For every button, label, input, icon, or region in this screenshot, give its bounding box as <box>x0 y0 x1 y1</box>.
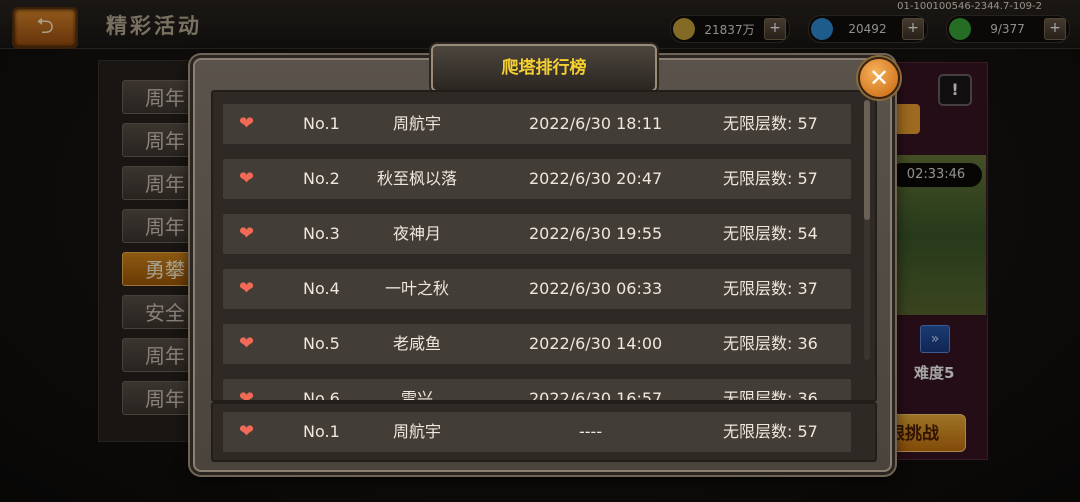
leaderboard-row: ❤ No.6 雪兴 2022/6/30 16:57 无限层数: 36 <box>223 379 851 402</box>
rank: No.3 <box>303 224 340 243</box>
rank: No.4 <box>303 279 340 298</box>
player-name: 夜神月 <box>392 224 441 243</box>
player-name: 一叶之秋 <box>384 279 449 298</box>
heart-icon: ❤ <box>239 388 255 402</box>
floors-count: 无限层数: 54 <box>723 224 818 243</box>
my-rank-row: ❤ No.1 周航宇 ---- 无限层数: 57 <box>223 412 851 452</box>
leaderboard-row: ❤ No.5 老咸鱼 2022/6/30 14:00 无限层数: 36 <box>223 324 851 364</box>
record-time: 2022/6/30 06:33 <box>529 279 663 298</box>
floors-count: 无限层数: 57 <box>723 422 818 441</box>
heart-icon: ❤ <box>239 333 255 354</box>
record-time: 2022/6/30 14:00 <box>529 334 663 353</box>
record-time: 2022/6/30 16:57 <box>529 389 663 402</box>
leaderboard-list[interactable]: ❤ No.1 周航宇 2022/6/30 18:11 无限层数: 57 ❤ No… <box>211 90 877 402</box>
modal-title: 爬塔排行榜 <box>501 58 587 78</box>
heart-icon: ❤ <box>239 223 255 244</box>
player-name: 秋至枫以落 <box>376 169 457 188</box>
rank: No.1 <box>303 422 340 441</box>
leaderboard-modal: 爬塔排行榜 ❤ No.1 周航宇 2022/6/30 18:11 无限层数: 5… <box>193 44 892 472</box>
leaderboard-row: ❤ No.3 夜神月 2022/6/30 19:55 无限层数: 54 <box>223 214 851 254</box>
player-name: 周航宇 <box>392 114 441 133</box>
record-time: 2022/6/30 18:11 <box>529 114 663 133</box>
player-name: 雪兴 <box>400 389 433 402</box>
rank: No.6 <box>303 389 340 402</box>
record-time: 2022/6/30 19:55 <box>529 224 663 243</box>
rank: No.5 <box>303 334 340 353</box>
heart-icon: ❤ <box>239 168 255 189</box>
floors-count: 无限层数: 36 <box>723 334 818 353</box>
leaderboard-row: ❤ No.1 周航宇 2022/6/30 18:11 无限层数: 57 <box>223 104 851 144</box>
heart-icon: ❤ <box>239 421 255 442</box>
floors-count: 无限层数: 37 <box>723 279 818 298</box>
player-name: 老咸鱼 <box>392 334 441 353</box>
leaderboard-row: ❤ No.2 秋至枫以落 2022/6/30 20:47 无限层数: 57 <box>223 159 851 199</box>
heart-icon: ❤ <box>239 113 255 134</box>
record-time: 2022/6/30 20:47 <box>529 169 663 188</box>
heart-icon: ❤ <box>239 278 255 299</box>
leaderboard-row: ❤ No.4 一叶之秋 2022/6/30 06:33 无限层数: 37 <box>223 269 851 309</box>
floors-count: 无限层数: 57 <box>723 114 818 133</box>
modal-title-plate: 爬塔排行榜 <box>431 44 657 92</box>
record-time: ---- <box>579 422 603 441</box>
list-scrollbar[interactable] <box>864 100 870 360</box>
my-rank-panel: ❤ No.1 周航宇 ---- 无限层数: 57 <box>211 402 877 462</box>
player-name: 周航宇 <box>392 422 441 441</box>
floors-count: 无限层数: 57 <box>723 169 818 188</box>
rank: No.1 <box>303 114 340 133</box>
floors-count: 无限层数: 36 <box>723 389 818 402</box>
scroll-thumb[interactable] <box>864 100 870 220</box>
close-icon: ✕ <box>868 64 890 92</box>
close-button[interactable]: ✕ <box>858 57 900 99</box>
rank: No.2 <box>303 169 340 188</box>
